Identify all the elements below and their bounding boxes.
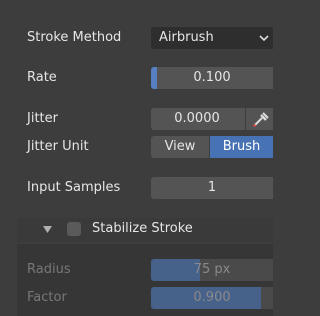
- jitter-unit-brush[interactable]: Brush: [210, 136, 273, 158]
- jitter-unit-view[interactable]: View: [151, 136, 209, 158]
- stabilize-stroke-header[interactable]: Stabilize Stroke: [17, 218, 273, 242]
- stroke-method-label: Stroke Method: [27, 30, 122, 45]
- factor-slider[interactable]: 0.900: [151, 287, 273, 309]
- input-samples-value: 1: [207, 180, 217, 195]
- rate-label: Rate: [27, 70, 57, 85]
- input-samples-row: Input Samples 1: [0, 177, 273, 199]
- jitter-unit-toggle: View Brush: [151, 136, 273, 158]
- stabilize-stroke-label: Stabilize Stroke: [92, 221, 193, 236]
- jitter-field[interactable]: 0.0000: [151, 108, 245, 130]
- eyedropper-button[interactable]: [246, 108, 273, 130]
- input-samples-field[interactable]: 1: [151, 177, 273, 199]
- jitter-row: Jitter 0.0000: [0, 108, 273, 130]
- radius-slider-fill: [151, 259, 200, 281]
- stroke-method-value: Airbrush: [159, 30, 214, 45]
- rate-slider[interactable]: 0.100: [151, 67, 273, 89]
- factor-row: Factor 0.900: [0, 287, 273, 309]
- rate-value: 0.100: [193, 70, 231, 85]
- jitter-unit-label: Jitter Unit: [27, 139, 89, 154]
- stroke-method-dropdown[interactable]: Airbrush: [151, 27, 273, 49]
- radius-label: Radius: [27, 262, 71, 277]
- eyedropper-icon: [253, 112, 269, 127]
- stabilize-stroke-checkbox[interactable]: [67, 222, 81, 236]
- input-samples-label: Input Samples: [27, 180, 121, 195]
- stroke-method-row: Stroke Method Airbrush: [0, 27, 273, 49]
- rate-row: Rate 0.100: [0, 67, 273, 89]
- factor-value: 0.900: [193, 290, 231, 305]
- jitter-value: 0.0000: [174, 111, 220, 126]
- triangle-down-icon: [43, 226, 52, 233]
- stroke-settings-panel: Stroke Method Airbrush Rate 0.100 Jitter…: [0, 0, 273, 316]
- factor-label: Factor: [27, 290, 67, 305]
- jitter-unit-row: Jitter Unit View Brush: [0, 136, 273, 158]
- radius-row: Radius 75 px: [0, 259, 273, 281]
- rate-slider-fill: [151, 67, 158, 89]
- radius-value: 75 px: [193, 262, 231, 277]
- radius-slider[interactable]: 75 px: [151, 259, 273, 281]
- jitter-label: Jitter: [27, 111, 58, 126]
- chevron-down-icon: [259, 35, 269, 42]
